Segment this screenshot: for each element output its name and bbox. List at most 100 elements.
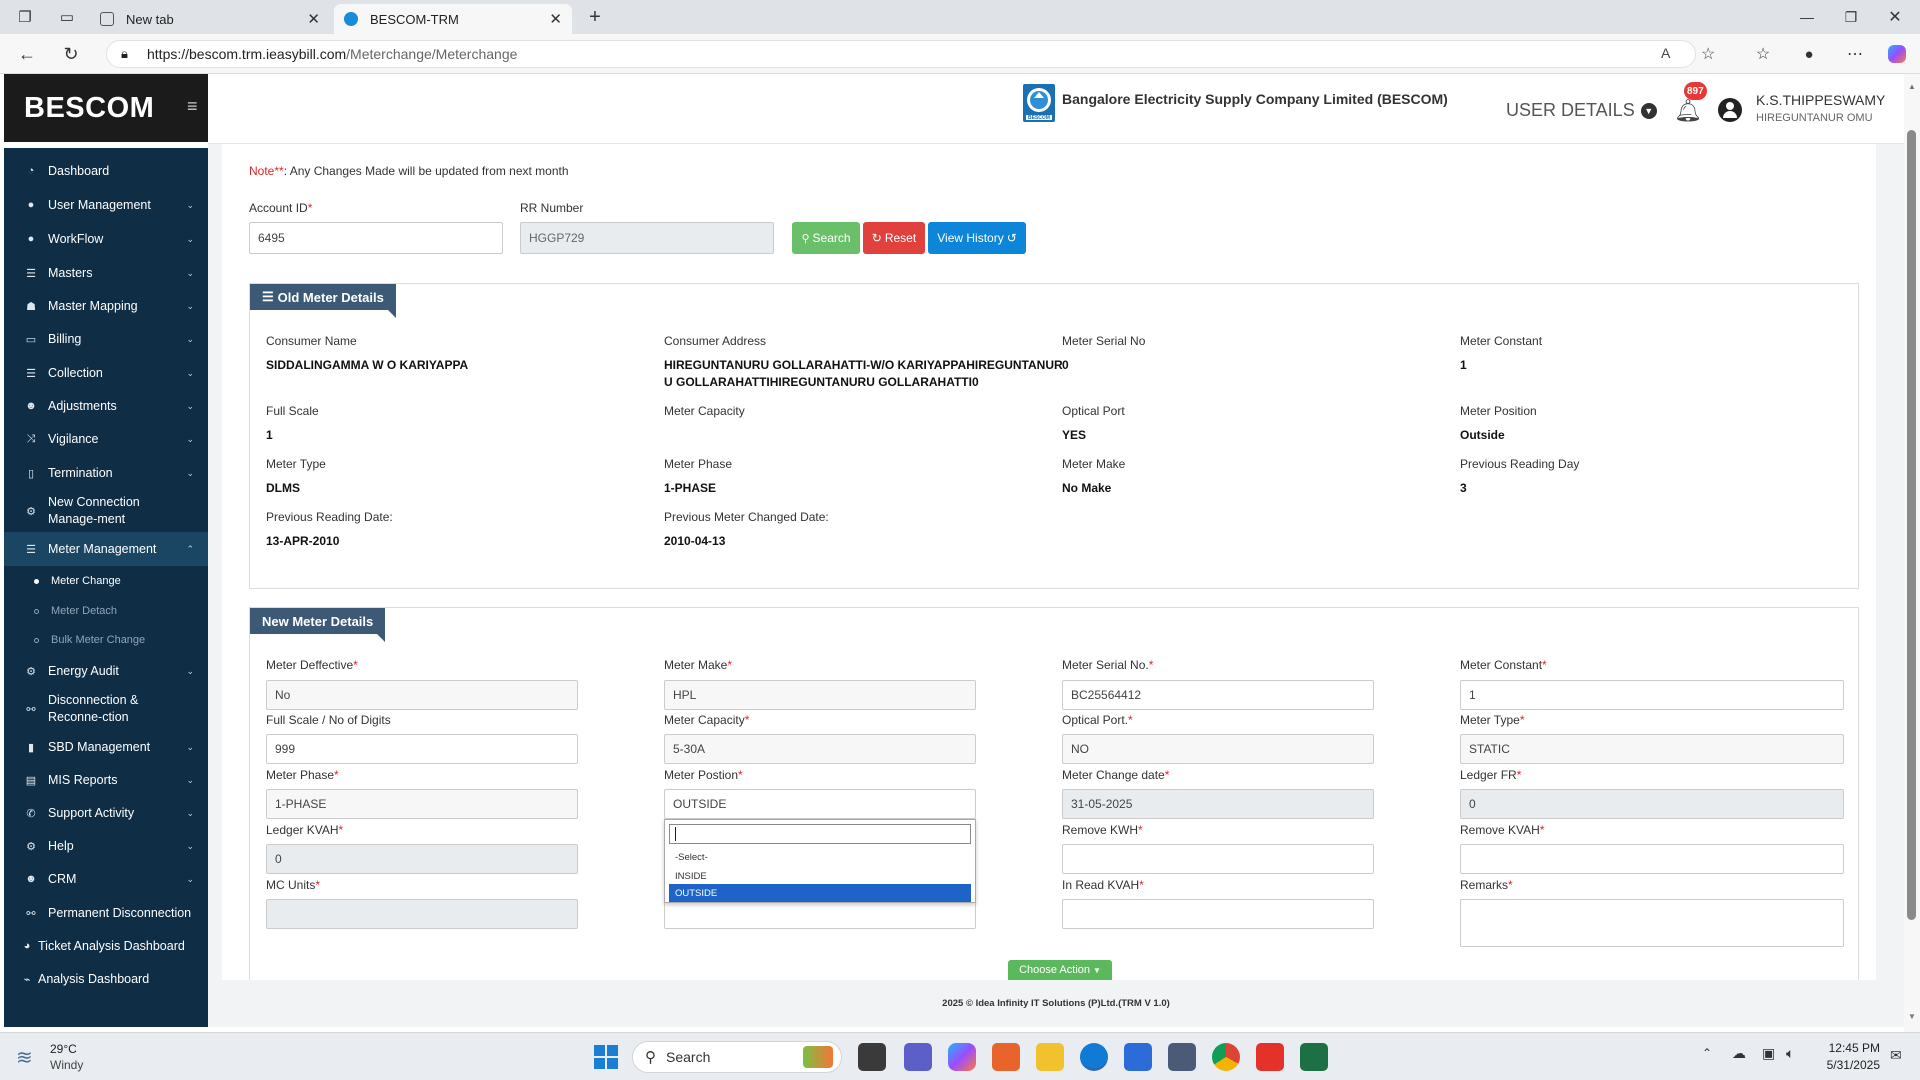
task-view-icon[interactable] [858, 1043, 886, 1071]
sidebar-item-new-connection[interactable]: ⚙ New Connection Manage-ment [4, 490, 208, 532]
ledger-fr-input[interactable]: 0 [1460, 789, 1844, 819]
copilot-app-icon[interactable] [948, 1043, 976, 1071]
sidebar-item-user-management[interactable]: ● User Management ⌄ [4, 188, 208, 222]
anydesk-icon[interactable] [1256, 1043, 1284, 1071]
close-tab-icon[interactable]: ✕ [307, 10, 320, 28]
user-details-dropdown[interactable]: USER DETAILS ▼ [1506, 100, 1657, 121]
meter-make-select[interactable]: HPL [664, 680, 976, 710]
meter-position-select[interactable]: OUTSIDE [664, 789, 976, 819]
sidebar-item-permanent-disconnection[interactable]: ⚯ Permanent Disconnection [4, 896, 208, 930]
refresh-icon[interactable]: ↻ [60, 43, 82, 65]
meter-capacity-select[interactable]: 5-30A [664, 734, 976, 764]
meter-serial-input[interactable]: BC25564412 [1062, 680, 1374, 710]
submenu-meter-change[interactable]: Meter Change [34, 567, 121, 595]
scroll-up-arrow-icon[interactable]: ▲ [1908, 82, 1916, 91]
store-bag-icon[interactable] [992, 1043, 1020, 1071]
url-field[interactable]: 🔒︎ https://bescom.trm.ieasybill.com/Mete… [106, 40, 1715, 68]
copilot-icon[interactable] [1886, 43, 1908, 65]
sidebar-item-ticket-analysis[interactable]: ◕ Ticket Analysis Dashboard [4, 929, 208, 963]
read-aloud-icon[interactable]: A [1661, 45, 1670, 61]
sidebar-item-adjustments[interactable]: ☻ Adjustments ⌄ [4, 389, 208, 423]
restore-icon[interactable]: ❐ [1840, 6, 1862, 28]
meter-constant-input[interactable]: 1 [1460, 680, 1844, 710]
notification-center-icon[interactable]: ✉ [1890, 1047, 1902, 1064]
avatar[interactable] [1718, 98, 1742, 122]
dropdown-option-inside[interactable]: INSIDE [669, 867, 971, 885]
page-scrollbar[interactable]: ▲ ▼ [1904, 74, 1920, 1032]
clock-date[interactable]: 5/31/2025 [1810, 1058, 1880, 1072]
sidebar-item-dashboard[interactable]: ◔ Dashboard [4, 154, 208, 188]
mc-units-input[interactable] [266, 899, 578, 929]
sidebar-item-disconnection[interactable]: ⚯ Disconnection & Reconne-ction [4, 688, 208, 730]
submenu-bulk-meter-change[interactable]: Bulk Meter Change [34, 626, 145, 654]
sidebar-item-master-mapping[interactable]: ☗ Master Mapping ⌄ [4, 289, 208, 323]
submenu-meter-detach[interactable]: Meter Detach [34, 597, 117, 625]
calculator-icon[interactable] [1168, 1043, 1196, 1071]
back-arrow-icon[interactable]: ← [16, 43, 38, 65]
full-scale-input[interactable]: 999 [266, 734, 578, 764]
sidebar-item-help[interactable]: ⚙ Help ⌄ [4, 829, 208, 863]
sidebar-item-sbd-management[interactable]: ▮ SBD Management ⌄ [4, 730, 208, 764]
dropdown-option-select[interactable]: -Select- [669, 848, 971, 866]
optical-port-select[interactable]: NO [1062, 734, 1374, 764]
volume-icon[interactable]: 🔈︎ [1786, 1045, 1794, 1062]
sidebar-item-collection[interactable]: ☰ Collection ⌄ [4, 356, 208, 390]
minimize-icon[interactable]: — [1796, 6, 1818, 28]
dropdown-option-outside[interactable]: OUTSIDE [669, 884, 971, 902]
meter-type-select[interactable]: STATIC [1460, 734, 1844, 764]
more-icon[interactable]: ⋯ [1844, 43, 1866, 65]
favorites-icon[interactable]: ☆ [1752, 43, 1774, 65]
sidebar-item-energy-audit[interactable]: ⚙ Energy Audit ⌄ [4, 654, 208, 688]
file-explorer-icon[interactable] [1036, 1043, 1064, 1071]
remove-kvah-input[interactable] [1460, 844, 1844, 874]
hidden-field-input[interactable] [664, 899, 976, 929]
close-tab-icon[interactable]: ✕ [549, 10, 562, 28]
close-window-icon[interactable]: ✕ [1884, 6, 1906, 28]
rr-number-input[interactable]: HGGP729 [520, 222, 774, 254]
excel-icon[interactable] [1300, 1043, 1328, 1071]
chrome-icon[interactable] [1212, 1043, 1240, 1071]
tab-bescom-trm[interactable]: BESCOM-TRM ✕ [334, 4, 572, 34]
remove-kwh-input[interactable] [1062, 844, 1374, 874]
ledger-kvah-input[interactable]: 0 [266, 844, 578, 874]
meter-phase-select[interactable]: 1-PHASE [266, 789, 578, 819]
tab-new-tab[interactable]: New tab ✕ [90, 4, 330, 34]
sidebar-item-support-activity[interactable]: ✆ Support Activity ⌄ [4, 796, 208, 830]
hamburger-menu-icon[interactable]: ≡ [187, 96, 198, 117]
edge-icon[interactable] [1080, 1043, 1108, 1071]
sidebar-item-billing[interactable]: ▭ Billing ⌄ [4, 322, 208, 356]
microsoft-store-icon[interactable] [1124, 1043, 1152, 1071]
bell-icon[interactable]: 🔔︎ [1674, 98, 1702, 124]
favorite-star-icon[interactable]: ☆ [1701, 44, 1715, 64]
choose-action-button[interactable]: Choose Action ▼ [1008, 960, 1112, 980]
sidebar-item-meter-management[interactable]: ☰ Meter Management ⌃ [4, 532, 208, 566]
sidebar-item-mis-reports[interactable]: ▤ MIS Reports ⌄ [4, 763, 208, 797]
account-id-input[interactable]: 6495 [249, 222, 503, 254]
meter-change-date-input[interactable]: 31-05-2025 [1062, 789, 1374, 819]
chevron-up-icon[interactable]: ⌃ [1702, 1046, 1712, 1060]
reset-button[interactable]: ↻ Reset [863, 222, 925, 254]
windows-start-icon[interactable] [594, 1045, 618, 1069]
search-button[interactable]: ⚲ Search [792, 222, 860, 254]
onedrive-cloud-icon[interactable]: ☁ [1732, 1045, 1746, 1062]
meter-deffective-select[interactable]: No [266, 680, 578, 710]
workspaces-icon[interactable]: ❐ [14, 6, 36, 28]
scroll-down-arrow-icon[interactable]: ▼ [1908, 1012, 1916, 1021]
in-read-kvah-input[interactable] [1062, 899, 1374, 929]
sidebar-item-analysis-dashboard[interactable]: ⌁ Analysis Dashboard [4, 962, 208, 996]
sidebar-item-vigilance[interactable]: ⤨ Vigilance ⌄ [4, 422, 208, 456]
sidebar-item-masters[interactable]: ☰ Masters ⌄ [4, 256, 208, 290]
view-history-button[interactable]: View History ↺ [928, 222, 1026, 254]
tab-actions-icon[interactable]: ▭ [56, 6, 78, 28]
remarks-textarea[interactable] [1460, 899, 1844, 947]
network-icon[interactable]: ▣ [1762, 1045, 1775, 1062]
teams-icon[interactable] [904, 1043, 932, 1071]
sidebar-item-workflow[interactable]: ● WorkFlow ⌄ [4, 222, 208, 256]
sidebar-item-termination[interactable]: ▯ Termination ⌄ [4, 456, 208, 490]
scrollbar-thumb[interactable] [1907, 130, 1916, 920]
weather-wind-icon[interactable]: ≋ [16, 1045, 33, 1070]
profile-icon[interactable]: ● [1798, 43, 1820, 65]
new-tab-plus-icon[interactable]: + [584, 6, 606, 28]
clock-time[interactable]: 12:45 PM [1820, 1041, 1880, 1055]
taskbar-search[interactable]: ⚲ Search [632, 1041, 842, 1073]
